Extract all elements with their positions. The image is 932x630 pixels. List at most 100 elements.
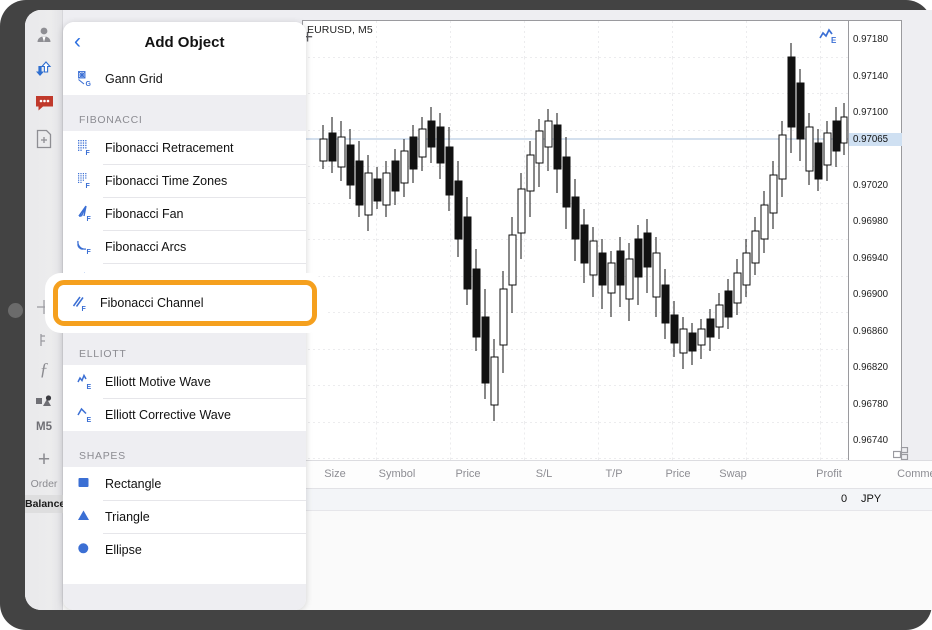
- gann-grid-icon: G: [77, 70, 103, 87]
- rectangle-icon: [77, 475, 103, 492]
- list-item-label: Rectangle: [105, 476, 162, 491]
- crosshair-icon[interactable]: [25, 290, 63, 324]
- list-item-fibonacci-channel[interactable]: F Fibonacci Channel: [63, 263, 306, 296]
- list-item-label: Ellipse: [105, 542, 142, 557]
- price-axis[interactable]: 0.97180 0.97140 0.97100 0.97065 0.97020 …: [848, 21, 902, 461]
- price-tick: 0.97140: [853, 71, 889, 82]
- price-chart[interactable]: EURUSD, M5 E 0.97180 0.97140 0.97100 0.9…: [302, 20, 902, 462]
- fibonacci-fan-icon: F: [77, 205, 103, 222]
- app-surface: ƒ M5 + Order Balance EURUSD, M5 E 0.9718…: [25, 10, 932, 610]
- price-tick: 0.96820: [853, 362, 889, 373]
- svg-text:F: F: [87, 282, 92, 288]
- svg-text:E: E: [87, 417, 92, 423]
- list-item-triangle[interactable]: Triangle: [63, 500, 306, 533]
- chat-icon[interactable]: [25, 86, 63, 120]
- price-tick: 0.96900: [853, 289, 889, 300]
- list-item-fibonacci-retracement[interactable]: F Fibonacci Retracement: [63, 131, 306, 164]
- list-item-label: Fibonacci Arcs: [105, 239, 187, 254]
- column-header[interactable]: Swap: [719, 468, 747, 480]
- column-header[interactable]: Price: [455, 468, 480, 480]
- price-tick: 0.96860: [853, 326, 889, 337]
- fibonacci-channel-icon: F: [77, 271, 103, 288]
- popover-title: Add Object: [144, 33, 225, 51]
- objects-icon[interactable]: [25, 385, 63, 419]
- list-item-label: Fibonacci Time Zones: [105, 173, 228, 188]
- list-item-elliott-motive-wave[interactable]: E Elliott Motive Wave: [63, 365, 306, 398]
- account-icon[interactable]: [25, 18, 63, 52]
- svg-text:E: E: [831, 36, 837, 44]
- section-gap: [63, 95, 306, 105]
- object-list[interactable]: G Gann Grid FIBONACCI F Fibonacci Retrac…: [63, 62, 306, 610]
- list-item-label: Fibonacci Retracement: [105, 140, 234, 155]
- left-toolbar: ƒ M5 + Order Balance: [25, 10, 65, 610]
- camera-dot: [8, 303, 23, 318]
- list-item-label: Gann Grid: [105, 71, 163, 86]
- list-item-label: Elliott Corrective Wave: [105, 407, 231, 422]
- triangle-icon: [77, 508, 103, 525]
- list-item-rectangle[interactable]: Rectangle: [63, 467, 306, 500]
- price-tick: 0.96980: [853, 216, 889, 227]
- list-item-label: Fibonacci Fan: [105, 206, 184, 221]
- ellipse-icon: [77, 541, 103, 558]
- list-item-fibonacci-time-zones[interactable]: F Fibonacci Time Zones: [63, 164, 306, 197]
- new-document-icon[interactable]: [25, 122, 63, 156]
- order-label[interactable]: Order: [25, 478, 63, 490]
- svg-text:F: F: [87, 249, 92, 255]
- list-item-fibonacci-expansion[interactable]: F Fibonacci Expansion: [63, 296, 306, 329]
- elliott-motive-wave-icon: E: [77, 373, 103, 390]
- elliott-corrective-wave-icon: E: [77, 406, 103, 423]
- elliott-wave-icon: E: [819, 27, 841, 47]
- svg-text:F: F: [86, 150, 91, 156]
- screenshot-root: ƒ M5 + Order Balance EURUSD, M5 E 0.9718…: [0, 0, 932, 630]
- svg-text:E: E: [87, 384, 92, 390]
- svg-text:F: F: [86, 183, 91, 189]
- column-header[interactable]: Comment: [897, 468, 932, 480]
- column-header[interactable]: Symbol: [379, 468, 416, 480]
- list-item-gann-grid[interactable]: G Gann Grid: [63, 62, 306, 95]
- list-item-label: Fibonacci Expansion: [105, 305, 221, 320]
- fibonacci-expansion-icon: F: [77, 304, 103, 321]
- chart-canvas: [303, 21, 848, 461]
- column-header[interactable]: Price: [665, 468, 690, 480]
- list-item-ellipse[interactable]: Ellipse: [63, 533, 306, 566]
- section-header-elliott: ELLIOTT: [63, 339, 306, 365]
- fibonacci-time-zones-icon: F: [77, 172, 103, 189]
- list-item-label: Fibonacci Channel: [105, 272, 209, 287]
- add-object-popover: ‹ Add Object G Gann Grid FIBONACCI F Fib…: [63, 22, 306, 610]
- trade-arrows-icon[interactable]: [25, 52, 63, 86]
- list-bottom-spacer: [63, 566, 306, 584]
- current-price-badge: 0.97065: [849, 133, 902, 146]
- currency-label: JPY: [861, 493, 882, 505]
- list-item-fibonacci-arcs[interactable]: F Fibonacci Arcs: [63, 230, 306, 263]
- price-tick: 0.96780: [853, 399, 889, 410]
- column-header[interactable]: Profit: [816, 468, 842, 480]
- section-gap: [63, 431, 306, 441]
- section-header-shapes: SHAPES: [63, 441, 306, 467]
- price-tick: 0.97020: [853, 180, 889, 191]
- section-gap: [63, 329, 306, 339]
- list-item-elliott-corrective-wave[interactable]: E Elliott Corrective Wave: [63, 398, 306, 431]
- price-tick: 0.96740: [853, 435, 889, 446]
- column-header[interactable]: S/L: [536, 468, 553, 480]
- list-item-fibonacci-fan[interactable]: F Fibonacci Fan: [63, 197, 306, 230]
- price-tick: 0.97100: [853, 107, 889, 118]
- price-tick: 0.96940: [853, 253, 889, 264]
- price-tick: 0.97180: [853, 34, 889, 45]
- section-header-fibonacci: FIBONACCI: [63, 105, 306, 131]
- popover-header: ‹ Add Object: [63, 22, 306, 62]
- device-screen: ƒ M5 + Order Balance EURUSD, M5 E 0.9718…: [25, 10, 932, 610]
- timeframe-label[interactable]: M5: [25, 421, 63, 433]
- chevron-left-icon[interactable]: ‹: [74, 31, 81, 52]
- fibonacci-retracement-icon: F: [77, 139, 103, 156]
- fibonacci-arcs-icon: F: [77, 238, 103, 255]
- svg-text:G: G: [86, 81, 92, 87]
- list-item-label: Elliott Motive Wave: [105, 374, 211, 389]
- column-header[interactable]: Size: [324, 468, 345, 480]
- list-item-label: Triangle: [105, 509, 150, 524]
- svg-text:F: F: [87, 216, 92, 222]
- total-profit-value: 0: [841, 493, 848, 505]
- svg-text:F: F: [87, 315, 92, 321]
- function-icon[interactable]: ƒ: [25, 352, 63, 386]
- add-object-button[interactable]: +: [25, 448, 63, 472]
- column-header[interactable]: T/P: [605, 468, 622, 480]
